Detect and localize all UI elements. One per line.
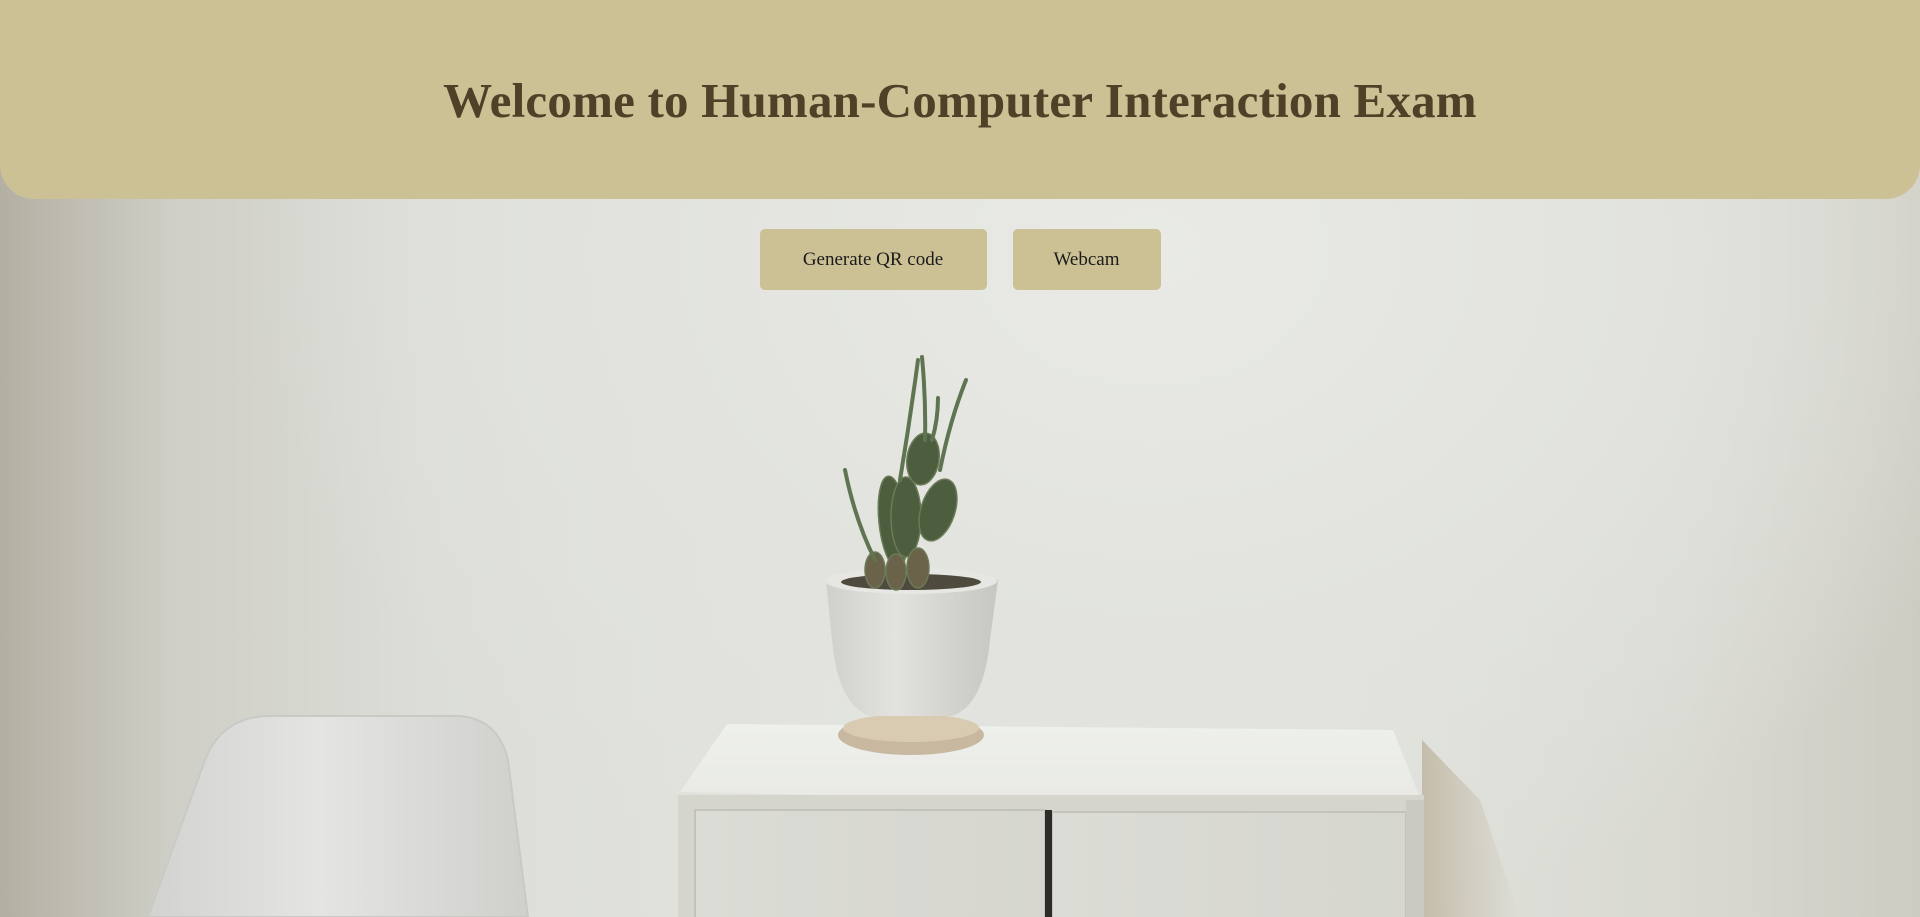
page-title: Welcome to Human-Computer Interaction Ex…	[443, 73, 1477, 128]
webcam-button[interactable]: Webcam	[1012, 229, 1161, 290]
action-buttons: Generate QR code Webcam	[0, 229, 1920, 290]
header-banner: Welcome to Human-Computer Interaction Ex…	[0, 0, 1920, 199]
generate-qr-code-button[interactable]: Generate QR code	[759, 229, 987, 290]
